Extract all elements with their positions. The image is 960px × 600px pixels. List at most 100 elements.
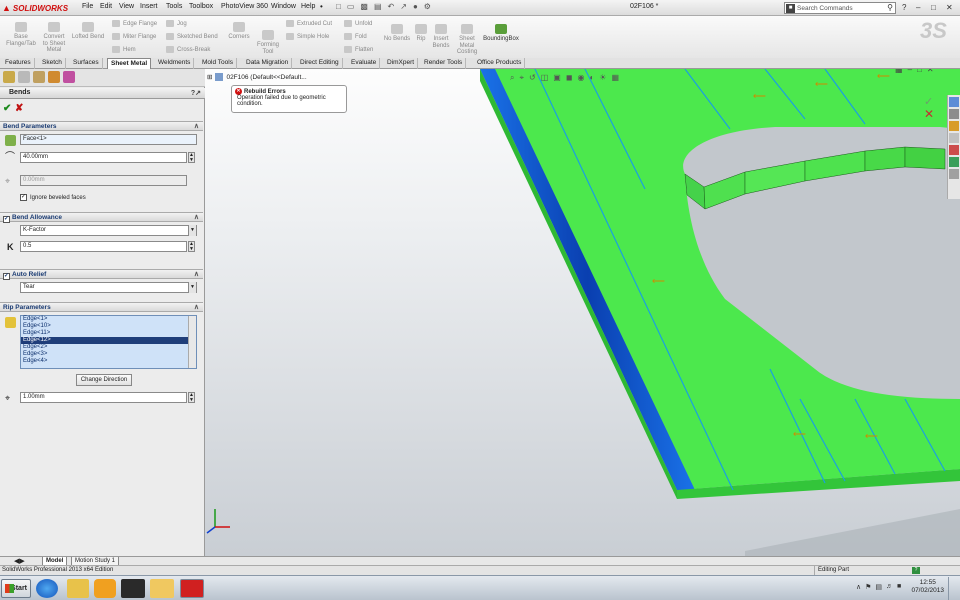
appearances-icon[interactable] (949, 145, 959, 155)
menu-edit[interactable]: Edit (100, 3, 112, 10)
display-style-icon[interactable]: ◼ (566, 73, 573, 83)
bend-allowance-type-select[interactable]: K-Factor ▼ (20, 225, 197, 236)
corners-button[interactable]: Corners (226, 22, 252, 41)
tab-direct-editing[interactable]: Direct Editing (297, 58, 343, 69)
help-icon[interactable]: ? (902, 3, 906, 12)
open-icon[interactable]: ▭ (347, 2, 355, 11)
collapse-icon[interactable]: ∧ (194, 122, 199, 130)
chevron-down-icon[interactable]: ▼ (188, 282, 196, 293)
cancel-icon[interactable]: ✘ (15, 103, 23, 114)
tab-office-products[interactable]: Office Products (474, 58, 526, 69)
view-orientation-icon[interactable]: ▣ (553, 73, 561, 83)
change-direction-button[interactable]: Change Direction (76, 374, 132, 386)
solidworks-taskbar-icon[interactable] (180, 579, 204, 598)
tab-sketch[interactable]: Sketch (39, 58, 66, 69)
list-item[interactable]: Edge<2> (21, 344, 196, 351)
rip-button[interactable]: Rip (414, 24, 428, 43)
menu-help[interactable]: Help (301, 3, 315, 10)
select-icon[interactable]: ↗ (400, 2, 407, 11)
display-manager-icon[interactable] (63, 71, 75, 83)
appearance-icon[interactable]: ◐ (589, 73, 594, 83)
menu-toolbox[interactable]: Toolbox (189, 3, 213, 10)
config-manager-icon[interactable] (33, 71, 45, 83)
list-item[interactable]: Edge<4> (21, 358, 196, 365)
list-item[interactable]: Edge<1> (21, 316, 196, 323)
confirm-corner-icon[interactable]: ✓ (924, 95, 933, 108)
print-icon[interactable]: ▤ (374, 2, 382, 11)
search-icon[interactable]: ⚲ (887, 3, 893, 12)
minimize-icon[interactable]: – (916, 3, 920, 12)
minimize-icon[interactable]: – (908, 69, 912, 74)
edge-flange-button[interactable]: Edge Flange (112, 20, 157, 27)
tab-evaluate[interactable]: Evaluate (348, 58, 381, 69)
restore-icon[interactable]: □ (931, 3, 936, 12)
save-icon[interactable]: ▩ (360, 2, 368, 11)
forum-icon[interactable] (949, 169, 959, 179)
volume-icon[interactable]: ♬ (886, 583, 893, 591)
checkbox-checked-icon[interactable]: ✓ (3, 216, 10, 223)
close-icon[interactable]: ✕ (946, 3, 953, 12)
undo-icon[interactable]: ↶ (388, 2, 395, 11)
sheet-metal-part[interactable]: ⟵ ⟵ ⟵ ⟵ ⟵ ⟵ (205, 69, 960, 556)
rip-parameters-header[interactable]: Rip Parameters ∧ (0, 302, 203, 312)
rebuild-icon[interactable]: ● (413, 2, 418, 11)
base-flange-button[interactable]: Base Flange/Tab (4, 22, 38, 47)
help-icon[interactable]: ?↗ (191, 89, 201, 97)
cross-break-button[interactable]: Cross-Break (166, 46, 210, 53)
hide-show-icon[interactable]: ◉ (577, 73, 584, 83)
k-factor-input[interactable]: 0.5 (20, 241, 187, 252)
dimxpert-icon[interactable] (48, 71, 60, 83)
media-player-icon[interactable] (94, 579, 116, 598)
auto-relief-header[interactable]: ✓ Auto Relief ∧ (0, 269, 203, 280)
close-icon[interactable]: ✕ (927, 69, 934, 74)
network-icon[interactable]: ▤ (875, 583, 882, 591)
menu-window[interactable]: Window (271, 3, 296, 10)
help-status-icon[interactable]: ? (912, 567, 920, 574)
miter-flange-button[interactable]: Miter Flange (112, 33, 156, 40)
restore-icon[interactable]: □ (917, 69, 922, 74)
simple-hole-button[interactable]: Simple Hole (286, 33, 329, 40)
zoom-area-icon[interactable]: ⌖ (519, 73, 524, 83)
menu-photoview[interactable]: PhotoView 360 (221, 3, 268, 10)
rip-edges-list[interactable]: Edge<1> Edge<10> Edge<11> Edge<12> Edge<… (20, 315, 197, 369)
fold-button[interactable]: Fold (344, 33, 367, 40)
bend-parameters-header[interactable]: Bend Parameters ∧ (0, 121, 203, 131)
property-manager-icon[interactable] (18, 71, 30, 83)
boundingbox-button[interactable]: BoundingBox (481, 24, 521, 43)
pin-icon[interactable]: • (320, 2, 323, 11)
explorer-folder-icon[interactable] (67, 579, 89, 598)
forming-tool-button[interactable]: Forming Tool (254, 30, 282, 55)
file-explorer-icon[interactable] (949, 121, 959, 131)
new-icon[interactable]: □ (336, 2, 341, 11)
show-desktop-button[interactable] (948, 577, 960, 600)
bend-radius-input[interactable]: 40.00mm (20, 152, 187, 163)
collapse-icon[interactable]: ∧ (194, 213, 199, 221)
start-button[interactable]: Start (1, 579, 31, 598)
language-icon[interactable]: ■ (897, 583, 901, 591)
insert-bends-button[interactable]: Insert Bends (429, 24, 453, 49)
scene-icon[interactable]: ☀ (599, 73, 606, 83)
custom-properties-icon[interactable] (949, 157, 959, 167)
tab-surfaces[interactable]: Surfaces (70, 58, 103, 69)
k-factor-spinner[interactable]: ▲ ▼ (188, 241, 195, 252)
app-icon[interactable] (121, 579, 145, 598)
menu-view[interactable]: View (119, 3, 134, 10)
system-clock[interactable]: 12:55 07/02/2013 (911, 579, 944, 595)
chevron-down-icon[interactable]: ▼ (188, 225, 196, 236)
search-commands-input[interactable]: ■ Search Commands ⚲ (784, 2, 896, 14)
checkbox-checked-icon[interactable]: ✓ (3, 273, 10, 280)
list-item[interactable]: Edge<3> (21, 351, 196, 358)
jog-button[interactable]: Jog (166, 20, 187, 27)
flag-icon[interactable]: ⚑ (865, 583, 871, 591)
view-palette-icon[interactable] (949, 133, 959, 143)
tab-mold-tools[interactable]: Mold Tools (199, 58, 237, 69)
flatten-button[interactable]: Flatten (344, 46, 373, 53)
menu-insert[interactable]: Insert (140, 3, 158, 10)
ignore-beveled-checkbox[interactable]: ✓ Ignore beveled faces (20, 194, 86, 201)
feature-tree-flyout[interactable]: ⊞ 02F106 (Default<<Default... (207, 73, 307, 81)
tab-render-tools[interactable]: Render Tools (421, 58, 467, 69)
resources-icon[interactable] (949, 97, 959, 107)
convert-to-sheet-metal-button[interactable]: Convert to Sheet Metal (40, 22, 68, 54)
list-item[interactable]: Edge<10> (21, 323, 196, 330)
sketched-bend-button[interactable]: Sketched Bend (166, 33, 218, 40)
